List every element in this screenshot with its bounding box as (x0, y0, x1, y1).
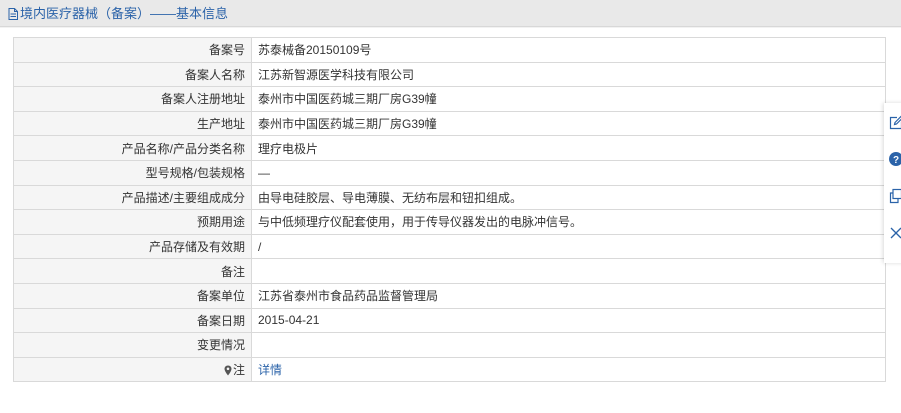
table-row: 型号规格/包装规格 — (13, 159, 886, 186)
row-label: 变更情况 (13, 332, 252, 358)
side-toolbar: ? (884, 103, 901, 263)
row-value: 理疗电极片 (251, 135, 886, 161)
table-row: 变更情况 (13, 332, 886, 358)
table-row: 备案人名称 江苏新智源医学科技有限公司 (13, 61, 886, 88)
copy-icon[interactable] (888, 188, 901, 204)
table-row: 备案人注册地址 泰州市中国医药城三期厂房G39幢 (13, 86, 886, 112)
row-label: 生产地址 (13, 110, 252, 137)
table-row: 产品描述/主要组成成分 由导电硅胶层、导电薄膜、无纺布层和钮扣组成。 (13, 184, 886, 211)
row-label: 产品名称/产品分类名称 (13, 135, 252, 161)
table-row: 预期用途 与中低频理疗仪配套使用，用于传导仪器发出的电脉冲信号。 (13, 209, 886, 235)
row-label: 产品描述/主要组成成分 (13, 184, 252, 211)
document-icon (8, 8, 18, 24)
row-value: / (251, 233, 886, 260)
row-label: 备案号 (13, 37, 252, 63)
row-value: 泰州市中国医药城三期厂房G39幢 (251, 86, 886, 112)
table-row: 备案号 苏泰械备20150109号 (13, 37, 886, 63)
title-bar: 境内医疗器械（备案）——基本信息 (0, 0, 901, 27)
note-value-cell: 详情 (251, 356, 886, 383)
info-table: 备案号 苏泰械备20150109号 备案人名称 江苏新智源医学科技有限公司 备案… (13, 37, 886, 383)
row-label: 备注 (13, 258, 252, 284)
edit-icon[interactable] (888, 115, 901, 131)
row-value: 2015-04-21 (251, 307, 886, 334)
row-label: 备案单位 (13, 282, 252, 309)
note-label-cell: 注 (13, 356, 252, 383)
row-value (251, 258, 886, 284)
table-row-note: 注 详情 (13, 356, 886, 383)
table-row: 产品存储及有效期 / (13, 233, 886, 260)
row-value: 由导电硅胶层、导电薄膜、无纺布层和钮扣组成。 (251, 184, 886, 211)
row-value: 江苏省泰州市食品药品监督管理局 (251, 282, 886, 309)
page-title-text: 境内医疗器械（备案）——基本信息 (20, 6, 229, 21)
row-label: 备案人名称 (13, 61, 252, 88)
help-icon[interactable]: ? (888, 151, 901, 167)
details-link[interactable]: 详情 (258, 363, 282, 377)
table-row: 备案日期 2015-04-21 (13, 307, 886, 334)
row-value: 苏泰械备20150109号 (251, 37, 886, 63)
table-row: 备案单位 江苏省泰州市食品药品监督管理局 (13, 282, 886, 309)
svg-text:?: ? (893, 155, 899, 166)
row-label: 产品存储及有效期 (13, 233, 252, 260)
table-row: 备注 (13, 258, 886, 284)
close-icon[interactable] (888, 225, 901, 241)
row-label: 预期用途 (13, 209, 252, 235)
pin-icon (224, 365, 232, 379)
detail-panel: 备案号 苏泰械备20150109号 备案人名称 江苏新智源医学科技有限公司 备案… (0, 28, 901, 413)
row-value: 与中低频理疗仪配套使用，用于传导仪器发出的电脉冲信号。 (251, 209, 886, 235)
row-label: 型号规格/包装规格 (13, 159, 252, 186)
table-row: 产品名称/产品分类名称 理疗电极片 (13, 135, 886, 161)
row-value (251, 332, 886, 358)
page-title: 境内医疗器械（备案）——基本信息 (8, 6, 228, 22)
row-label: 备案人注册地址 (13, 86, 252, 112)
note-label: 注 (232, 362, 245, 377)
row-value: — (251, 159, 886, 186)
row-value: 泰州市中国医药城三期厂房G39幢 (251, 110, 886, 137)
row-label: 备案日期 (13, 307, 252, 334)
table-row: 生产地址 泰州市中国医药城三期厂房G39幢 (13, 110, 886, 137)
row-value: 江苏新智源医学科技有限公司 (251, 61, 886, 88)
